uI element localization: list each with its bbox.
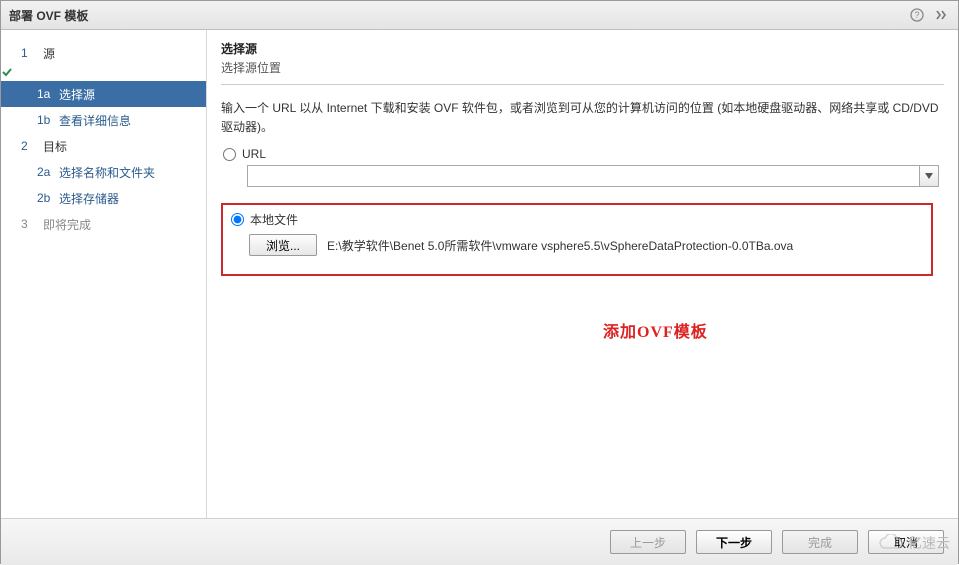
wizard-footer: 上一步 下一步 完成 取消: [1, 518, 958, 565]
dialog-title: 部署 OVF 模板: [9, 7, 88, 24]
sidebar-item-label: 源: [43, 45, 55, 62]
local-file-highlight-box: 本地文件 浏览... E:\教学软件\Benet 5.0所需软件\vmware …: [221, 203, 933, 276]
sidebar-item-destination[interactable]: 2 目标: [1, 133, 206, 159]
option-url[interactable]: URL: [221, 147, 944, 161]
back-button[interactable]: 上一步: [610, 530, 686, 554]
annotation-text: 添加OVF模板: [603, 318, 708, 342]
sidebar-item-review-details[interactable]: 1b 查看详细信息: [1, 107, 206, 133]
sidebar-item-label: 目标: [43, 138, 67, 155]
page-subtitle: 选择源位置: [221, 59, 944, 76]
sidebar-item-select-storage[interactable]: 2b 选择存储器: [1, 185, 206, 211]
option-url-label: URL: [242, 147, 266, 161]
sidebar-item-select-source[interactable]: 1a 选择源: [1, 81, 206, 107]
sidebar-item-label: 选择名称和文件夹: [59, 164, 155, 181]
divider: [221, 84, 944, 85]
selected-file-path: E:\教学软件\Benet 5.0所需软件\vmware vsphere5.5\…: [327, 237, 793, 254]
url-input[interactable]: [247, 165, 939, 187]
sidebar-item-source[interactable]: 1 源: [1, 40, 206, 66]
wizard-content: 选择源 选择源位置 输入一个 URL 以从 Internet 下载和安装 OVF…: [207, 30, 958, 518]
deploy-ovf-dialog: 部署 OVF 模板 ? 1 源 1a 选择源: [0, 0, 959, 564]
option-local-file-label: 本地文件: [250, 211, 298, 228]
radio-url[interactable]: [223, 148, 236, 161]
titlebar: 部署 OVF 模板 ?: [1, 1, 958, 30]
sidebar-item-label: 选择源: [59, 86, 95, 103]
wizard-sidebar: 1 源 1a 选择源 1b 查看详细信息 2 目标: [1, 30, 207, 518]
expand-icon[interactable]: [932, 6, 950, 24]
check-icon: [1, 67, 13, 81]
radio-local-file[interactable]: [231, 213, 244, 226]
url-combobox[interactable]: [247, 165, 939, 187]
sidebar-item-label: 查看详细信息: [59, 112, 131, 129]
sidebar-item-label: 选择存储器: [59, 190, 119, 207]
page-description: 输入一个 URL 以从 Internet 下载和安装 OVF 软件包，或者浏览到…: [221, 99, 944, 137]
help-icon[interactable]: ?: [908, 6, 926, 24]
chevron-down-icon[interactable]: [919, 166, 938, 186]
next-button[interactable]: 下一步: [696, 530, 772, 554]
sidebar-item-ready-to-complete[interactable]: 3 即将完成: [1, 211, 206, 237]
sidebar-item-label: 即将完成: [43, 216, 91, 233]
sidebar-item-select-name-folder[interactable]: 2a 选择名称和文件夹: [1, 159, 206, 185]
browse-button[interactable]: 浏览...: [249, 234, 317, 256]
svg-text:?: ?: [914, 10, 919, 20]
finish-button[interactable]: 完成: [782, 530, 858, 554]
option-local-file[interactable]: 本地文件: [229, 211, 923, 228]
cancel-button[interactable]: 取消: [868, 530, 944, 554]
page-title: 选择源: [221, 40, 944, 57]
